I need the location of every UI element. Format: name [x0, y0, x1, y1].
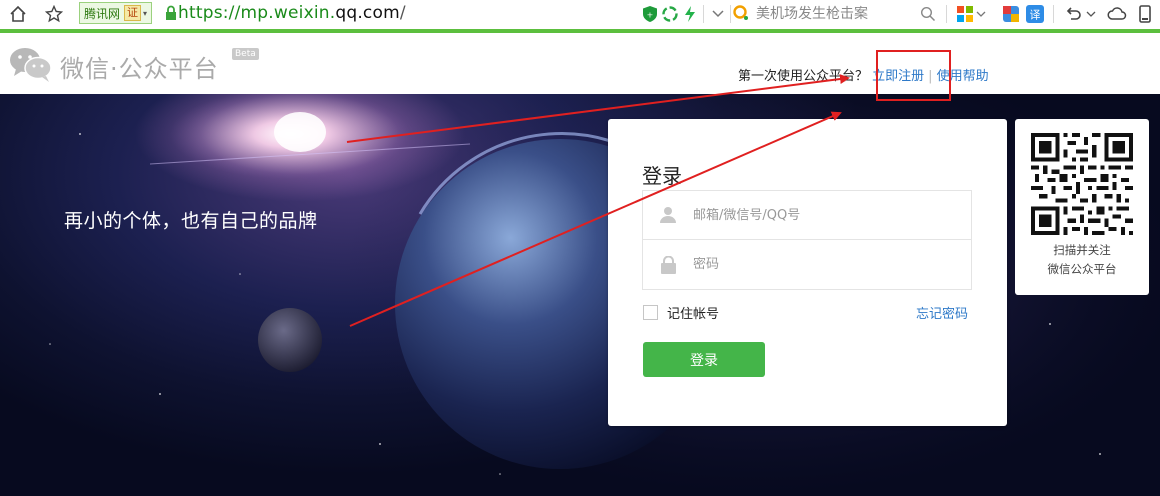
- site-badge-label: 腾讯网: [84, 6, 121, 21]
- annotation-highlight-box: [876, 50, 951, 101]
- chevron-down-icon[interactable]: [707, 3, 729, 25]
- home-icon[interactable]: [7, 3, 29, 25]
- user-icon: [643, 191, 693, 240]
- forgot-password-link[interactable]: 忘记密码: [916, 303, 968, 322]
- login-title: 登录: [642, 164, 682, 188]
- first-time-text: 第一次使用公众平台？: [738, 69, 869, 84]
- wechat-logo-icon[interactable]: [8, 45, 54, 87]
- puzzle-icon[interactable]: [1000, 3, 1022, 25]
- toolbar-divider: [730, 5, 731, 23]
- remember-account[interactable]: 记住帐号: [643, 303, 719, 322]
- hero-slogan: 再小的个体，也有自己的品牌: [64, 210, 318, 232]
- account-field[interactable]: [643, 191, 971, 240]
- search-box[interactable]: 美机场发生枪击案: [732, 2, 942, 24]
- login-fields: [642, 190, 972, 290]
- search-engine-icon: [733, 5, 748, 20]
- chevron-down-icon: ▾: [143, 8, 148, 18]
- shield-icon[interactable]: +: [639, 3, 661, 25]
- chevron-down-icon[interactable]: [1085, 3, 1097, 25]
- url-scheme-host: https://mp.weixin.: [178, 3, 336, 23]
- site-identity-badge[interactable]: 腾讯网 证 ▾: [79, 2, 153, 24]
- flash-icon[interactable]: [679, 3, 701, 25]
- url-path: /: [399, 3, 406, 23]
- address-bar[interactable]: https://mp.weixin.qq.com/: [178, 2, 406, 24]
- account-input[interactable]: [693, 207, 953, 223]
- password-input[interactable]: [693, 257, 953, 272]
- toolbar-divider: [1053, 5, 1054, 23]
- login-button[interactable]: 登录: [643, 342, 765, 377]
- beta-badge: Beta: [232, 48, 259, 60]
- url-domain: qq.com: [335, 3, 400, 23]
- certificate-badge: 证: [124, 5, 142, 21]
- password-field[interactable]: [643, 240, 971, 289]
- toolbar-divider: [703, 5, 704, 23]
- lock-field-icon: [643, 240, 693, 289]
- qr-code-image: [1031, 133, 1133, 235]
- phone-icon[interactable]: [1134, 3, 1156, 25]
- qr-caption-line2: 微信公众平台: [1047, 262, 1117, 276]
- recycle-icon[interactable]: [659, 3, 681, 25]
- apps-grid-icon[interactable]: [954, 3, 976, 25]
- login-panel: 登录 记住帐号 忘记密码 登录: [608, 119, 1007, 426]
- chevron-down-icon[interactable]: [975, 3, 987, 25]
- browser-toolbar: 腾讯网 证 ▾ https://mp.weixin.qq.com/ + 美机场发…: [0, 0, 1160, 29]
- search-icon[interactable]: [917, 3, 939, 25]
- qr-panel: 扫描并关注 微信公众平台: [1015, 119, 1149, 295]
- undo-icon[interactable]: [1063, 3, 1085, 25]
- search-input[interactable]: 美机场发生枪击案: [756, 3, 868, 23]
- cloud-icon[interactable]: [1106, 3, 1128, 25]
- remember-checkbox[interactable]: [643, 305, 658, 320]
- qr-caption: 扫描并关注 微信公众平台: [1015, 241, 1149, 279]
- toolbar-divider: [946, 5, 947, 23]
- qr-caption-line1: 扫描并关注: [1053, 243, 1111, 257]
- site-header: 微信·公众平台 Beta 第一次使用公众平台？ 立即注册 | 使用帮助: [0, 33, 1160, 94]
- translate-label: 译: [1030, 9, 1041, 22]
- site-logo-text[interactable]: 微信·公众平台: [60, 49, 219, 84]
- svg-text:+: +: [647, 11, 654, 20]
- remember-label: 记住帐号: [667, 307, 720, 322]
- star-icon[interactable]: [43, 3, 65, 25]
- translate-icon[interactable]: 译: [1024, 3, 1046, 25]
